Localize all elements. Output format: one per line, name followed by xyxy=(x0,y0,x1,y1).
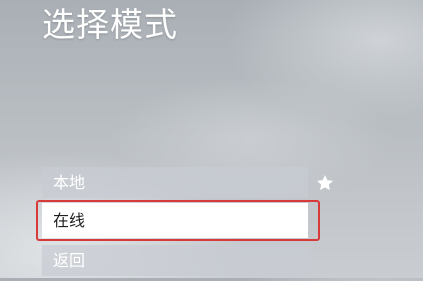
mode-menu: 本地 在线 返回 xyxy=(42,167,308,281)
menu-item-online[interactable]: 在线 xyxy=(42,203,308,238)
menu-item-back[interactable]: 返回 xyxy=(42,245,308,276)
page-title: 选择模式 xyxy=(42,5,178,44)
star-icon xyxy=(317,175,333,191)
menu-item-local[interactable]: 本地 xyxy=(42,167,308,198)
